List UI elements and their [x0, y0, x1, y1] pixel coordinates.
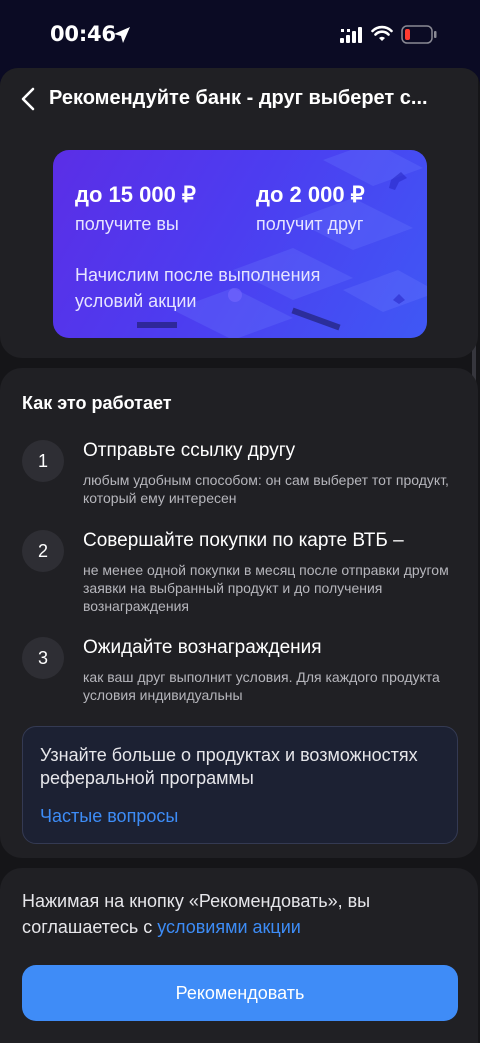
step-description: любым удобным способом: он сам выберет т…: [83, 472, 449, 506]
section-title: Как это работает: [22, 393, 172, 413]
step-description: не менее одной покупки в месяц после отп…: [83, 562, 449, 614]
step-title: Совершайте покупки по карте ВТБ –: [83, 530, 404, 551]
terms-link[interactable]: условиями акции: [157, 917, 301, 937]
friend-reward-caption: получит друг: [256, 214, 364, 234]
step-number: 2: [22, 530, 64, 572]
status-time: 00:46: [50, 22, 116, 46]
you-reward-caption: получите вы: [75, 214, 179, 234]
faq-banner[interactable]: Узнайте больше о продуктах и возможностя…: [22, 726, 458, 844]
status-bar: 00:46: [0, 0, 480, 68]
friend-reward-amount: до 2 000 ₽: [256, 182, 365, 207]
step-title: Отправьте ссылку другу: [83, 440, 296, 461]
wifi-icon: [371, 25, 393, 41]
location-arrow-icon: [114, 27, 130, 43]
battery-low-icon: [401, 25, 437, 44]
promo-note: Начислим после выполнения условий акции: [75, 265, 321, 311]
terms-text: Нажимая на кнопку «Рекомендовать», вы со…: [22, 888, 462, 940]
recommend-button[interactable]: Рекомендовать: [22, 965, 458, 1021]
footer-section: Нажимая на кнопку «Рекомендовать», вы со…: [0, 868, 478, 1043]
cellular-signal-icon: [340, 27, 362, 43]
step-description: как ваш друг выполнит условия. Для каждо…: [83, 669, 440, 703]
faq-link[interactable]: Частые вопросы: [40, 806, 178, 827]
step-number: 3: [22, 637, 64, 679]
referral-screen: Рекомендуйте банк - друг выберет с... до…: [0, 68, 480, 1043]
faq-text: Узнайте больше о продуктах и возможностя…: [40, 745, 418, 788]
page-title: Рекомендуйте банк - друг выберет с...: [49, 87, 428, 109]
promo-section: Рекомендуйте банк - друг выберет с... до…: [0, 68, 478, 358]
step-title: Ожидайте вознаграждения: [83, 637, 322, 658]
promo-banner: до 15 000 ₽ получите вы до 2 000 ₽ получ…: [53, 150, 427, 338]
you-reward-amount: до 15 000 ₽: [75, 182, 196, 207]
step-number: 1: [22, 440, 64, 482]
how-it-works-section: Как это работает 1 Отправьте ссылку друг…: [0, 368, 478, 858]
back-chevron-icon[interactable]: [16, 86, 42, 112]
